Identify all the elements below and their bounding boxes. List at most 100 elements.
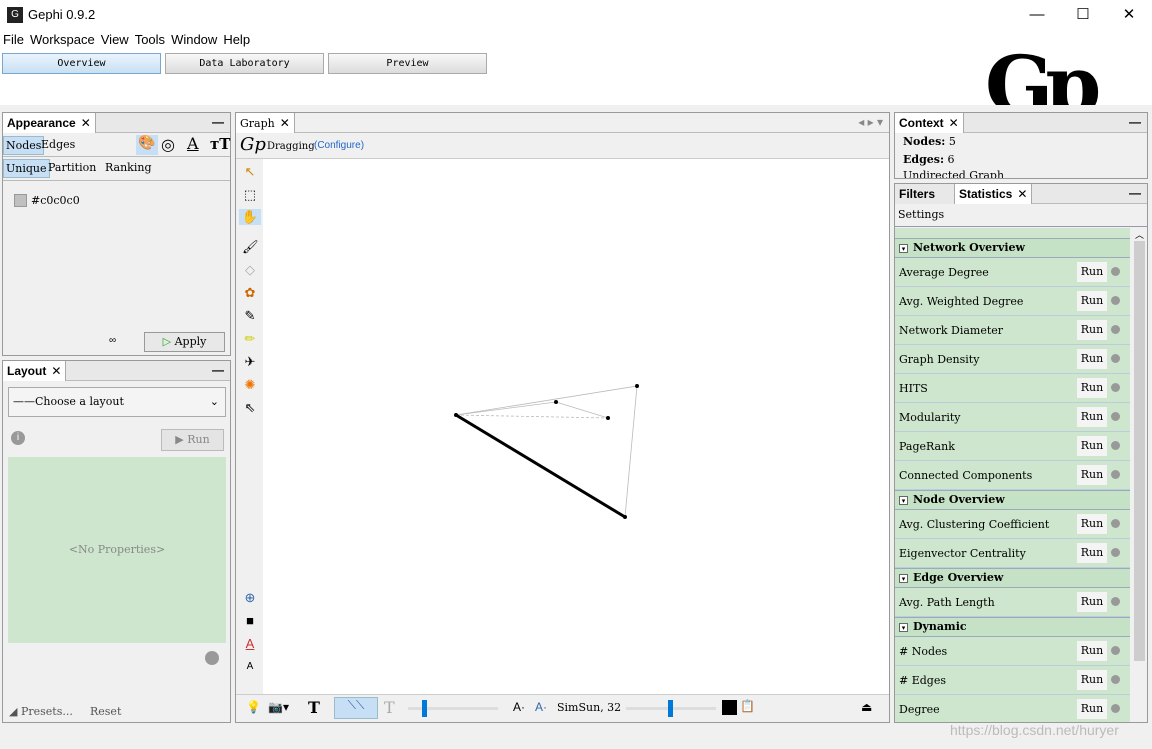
run-layout-button[interactable]: ▶ Run (161, 429, 224, 451)
font-color-icon[interactable]: A (242, 636, 258, 652)
painter-icon[interactable]: ✿ (242, 285, 258, 301)
run-button[interactable]: Run (1077, 592, 1107, 612)
edge-labels-icon[interactable]: T (384, 698, 395, 717)
section-header[interactable]: ▾ Edge Overview (895, 568, 1130, 588)
run-button[interactable]: Run (1077, 349, 1107, 369)
label-size-icon[interactable]: ᴛT (210, 135, 230, 153)
run-button[interactable]: Run (1077, 514, 1107, 534)
edge-toggle-icon[interactable]: ⟍⟍ (334, 697, 378, 719)
run-button[interactable]: Run (1077, 407, 1107, 427)
menu-file[interactable]: File (3, 32, 24, 47)
layout-select[interactable]: ——Choose a layout ⌄ (8, 387, 226, 417)
graph-canvas[interactable] (263, 159, 889, 694)
tab-partition[interactable]: Partition (48, 161, 96, 174)
font-select-icon[interactable]: A· (535, 700, 547, 714)
tab-appearance[interactable]: Appearance ✕ (3, 113, 96, 133)
data-laboratory-button[interactable]: Data Laboratory (165, 53, 324, 74)
expand-icon[interactable]: ⏏ (861, 700, 872, 714)
minimize-panel-button[interactable]: — (1129, 186, 1141, 200)
tab-edges[interactable]: Edges (41, 138, 75, 151)
settings-link[interactable]: Settings (895, 204, 1147, 227)
close-button[interactable]: ✕ (1106, 0, 1152, 30)
apply-button[interactable]: ▷ Apply (144, 332, 225, 352)
pencil-icon[interactable]: ✎ (242, 308, 258, 324)
watermark: https://blog.csdn.net/huryer (950, 722, 1119, 738)
gear-icon[interactable]: ✺ (242, 377, 258, 393)
run-button[interactable]: Run (1077, 465, 1107, 485)
configure-link[interactable]: (Configure) (314, 140, 364, 151)
run-button[interactable]: Run (1077, 641, 1107, 661)
overview-button[interactable]: Overview (2, 53, 161, 74)
close-icon[interactable]: ✕ (280, 116, 290, 130)
maximize-button[interactable]: ☐ (1060, 0, 1106, 30)
close-icon[interactable]: ✕ (81, 116, 91, 130)
run-button[interactable]: Run (1077, 543, 1107, 563)
tab-filters[interactable]: Filters (895, 184, 955, 204)
brush-icon[interactable]: 🖌 (242, 239, 259, 255)
help-cursor-icon[interactable]: ⇖ (242, 400, 258, 416)
run-button[interactable]: Run (1077, 320, 1107, 340)
menu-window[interactable]: Window (171, 32, 217, 47)
tab-context[interactable]: Context ✕ (895, 113, 964, 133)
lightbulb-icon[interactable]: 💡 (246, 700, 261, 714)
section-header[interactable]: ▾ Network Overview (895, 238, 1130, 258)
size-icon[interactable]: ◎ (161, 135, 175, 154)
info-icon[interactable]: i (11, 431, 25, 445)
presets-button[interactable]: ◢ Presets... (9, 705, 73, 718)
tab-graph[interactable]: Graph ✕ (236, 113, 295, 133)
airplane-icon[interactable]: ✈ (242, 354, 258, 370)
menu-workspace[interactable]: Workspace (30, 32, 95, 47)
scrollbar[interactable]: ︿ (1132, 228, 1147, 722)
tab-ranking[interactable]: Ranking (105, 161, 152, 174)
close-icon[interactable]: ✕ (1017, 187, 1027, 201)
preview-button[interactable]: Preview (328, 53, 487, 74)
edge-pencil-icon[interactable]: ✏ (242, 331, 258, 347)
tab-unique[interactable]: Unique (3, 159, 50, 178)
run-button[interactable]: Run (1077, 378, 1107, 398)
background-color-icon[interactable]: ■ (242, 613, 258, 629)
minimize-panel-button[interactable]: — (212, 363, 224, 377)
screenshot-icon[interactable]: 📷▾ (268, 700, 289, 714)
show-labels-icon[interactable]: T (308, 698, 320, 717)
close-icon[interactable]: ✕ (949, 116, 959, 130)
status-indicator-icon (1111, 325, 1120, 334)
menu-view[interactable]: View (101, 32, 129, 47)
clipboard-icon[interactable]: 📋 (740, 699, 755, 713)
menu-help[interactable]: Help (223, 32, 250, 47)
tab-nav-arrows[interactable]: ◂ ▸ ▾ (858, 115, 883, 129)
run-button[interactable]: Run (1077, 699, 1107, 719)
run-button[interactable]: Run (1077, 291, 1107, 311)
font-size-icon[interactable]: A· (513, 700, 525, 714)
section-header[interactable]: ▾ Node Overview (895, 490, 1130, 510)
label-color-icon[interactable]: A (187, 134, 199, 153)
run-button[interactable]: Run (1077, 262, 1107, 282)
minimize-panel-button[interactable]: — (1129, 115, 1141, 129)
run-button[interactable]: Run (1077, 670, 1107, 690)
zoom-icon[interactable]: ⊕ (242, 590, 258, 606)
run-button[interactable]: Run (1077, 436, 1107, 456)
link-icon[interactable]: ∞ (109, 335, 116, 346)
label-size-slider[interactable] (626, 700, 716, 717)
tab-layout[interactable]: Layout ✕ (3, 361, 67, 381)
edge-size-slider[interactable] (408, 700, 498, 717)
diamond-icon[interactable]: ◇ (242, 262, 258, 278)
color-palette-icon[interactable]: 🎨 (136, 135, 158, 155)
color-swatch[interactable] (14, 194, 27, 207)
help-icon[interactable] (205, 651, 219, 665)
tab-statistics[interactable]: Statistics ✕ (955, 184, 1033, 204)
section-header[interactable]: ▾ Dynamic (895, 617, 1130, 637)
tab-nodes[interactable]: Nodes (3, 136, 45, 155)
menu-tools[interactable]: Tools (135, 32, 165, 47)
font-icon[interactable]: A (242, 659, 258, 675)
minimize-panel-button[interactable]: — (212, 115, 224, 129)
select-icon[interactable]: ↖ (242, 164, 258, 180)
rectangle-select-icon[interactable]: ⬚ (242, 187, 258, 203)
statistic-row: Avg. Weighted Degree Run (895, 287, 1130, 316)
label-color-swatch[interactable] (722, 700, 737, 715)
reset-button[interactable]: Reset (90, 705, 121, 718)
minimize-button[interactable]: — (1014, 0, 1060, 30)
close-icon[interactable]: ✕ (51, 364, 61, 378)
edge (455, 413, 626, 519)
drag-hand-icon[interactable]: ✋ (239, 209, 261, 225)
font-label[interactable]: SimSun, 32 (557, 701, 621, 714)
